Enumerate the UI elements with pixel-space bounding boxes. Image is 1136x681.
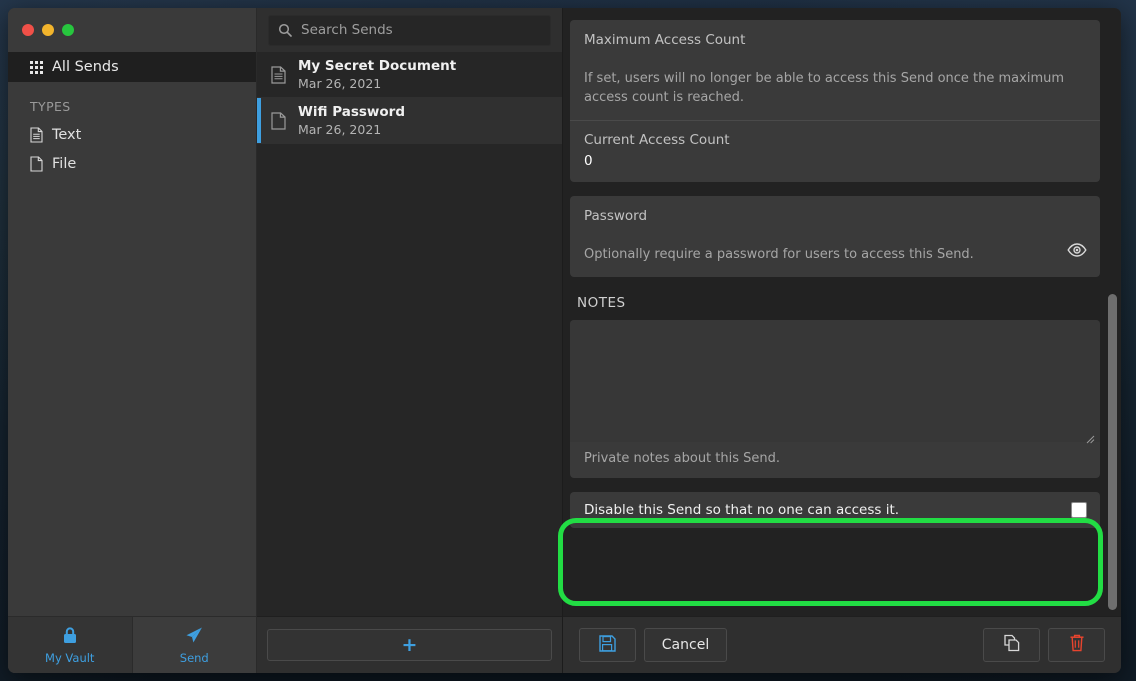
minimize-window-button[interactable]	[42, 24, 54, 36]
disable-send-label: Disable this Send so that no one can acc…	[584, 501, 900, 518]
sidebar-item-label: File	[52, 155, 77, 172]
current-access-count-label: Current Access Count	[584, 131, 730, 148]
blank-document-icon	[30, 155, 43, 172]
list-item-title: Wifi Password	[298, 104, 406, 120]
eye-icon[interactable]	[1067, 242, 1087, 261]
bitwarden-window: All Sends TYPES Text File My Vault Send …	[8, 8, 1121, 673]
list-footer: +	[257, 616, 562, 673]
save-button[interactable]	[579, 628, 636, 662]
list-item[interactable]: Wifi Password Mar 26, 2021	[257, 98, 562, 144]
maximum-access-count-label: Maximum Access Count	[584, 32, 746, 48]
sidebar: All Sends TYPES Text File My Vault Send	[8, 8, 257, 673]
text-document-icon	[271, 65, 286, 84]
add-send-button[interactable]: +	[267, 629, 552, 661]
disable-send-checkbox[interactable]	[1071, 501, 1087, 518]
maximum-access-count-card: Maximum Access Count If set, users will …	[570, 20, 1100, 182]
plus-icon: +	[401, 634, 418, 656]
list-item[interactable]: My Secret Document Mar 26, 2021	[257, 52, 562, 98]
paper-plane-icon	[184, 626, 204, 648]
cancel-button[interactable]: Cancel	[644, 628, 727, 662]
resize-handle-icon[interactable]	[1086, 429, 1095, 443]
password-card: Password Optionally require a password f…	[570, 195, 1100, 277]
grid-icon	[30, 60, 43, 74]
copy-link-button[interactable]	[983, 628, 1040, 662]
password-label: Password	[584, 207, 648, 224]
text-document-icon	[30, 126, 43, 143]
detail-toolbar: Cancel	[563, 616, 1121, 673]
detail-scrollbar[interactable]	[1108, 20, 1117, 612]
cancel-label: Cancel	[661, 637, 710, 653]
search-input[interactable]: Search Sends	[268, 14, 551, 46]
sends-list-column: Search Sends My Secret Document Mar 26,	[257, 8, 563, 673]
list-item-date: Mar 26, 2021	[298, 76, 382, 91]
sends-list: My Secret Document Mar 26, 2021 Wifi Pas…	[257, 52, 562, 616]
current-access-count-value: 0	[584, 152, 593, 169]
list-item-date: Mar 26, 2021	[298, 122, 382, 137]
detail-scroll-area: Maximum Access Count If set, users will …	[563, 8, 1121, 616]
disable-send-row[interactable]: Disable this Send so that no one can acc…	[570, 491, 1100, 528]
footer-tab-my-vault[interactable]: My Vault	[8, 617, 132, 673]
notes-textarea[interactable]	[570, 319, 1100, 443]
blank-document-icon	[271, 111, 286, 130]
password-hint: Optionally require a password for users …	[584, 246, 974, 262]
notes-hint: Private notes about this Send.	[584, 450, 781, 466]
search-bar-container: Search Sends	[257, 8, 562, 52]
footer-tab-send[interactable]: Send	[131, 617, 256, 673]
footer-tab-label: Send	[179, 650, 209, 665]
footer-tab-label: My Vault	[45, 650, 95, 665]
sidebar-item-label: Text	[52, 126, 82, 143]
notes-card: Private notes about this Send.	[570, 319, 1100, 478]
close-window-button[interactable]	[22, 24, 34, 36]
save-floppy-icon	[599, 634, 616, 656]
window-titlebar	[8, 8, 256, 52]
lock-icon	[61, 626, 79, 648]
maximum-access-count-hint: If set, users will no longer be able to …	[584, 71, 1065, 105]
search-placeholder-text: Search Sends	[301, 22, 393, 38]
delete-button[interactable]	[1048, 628, 1105, 662]
maximize-window-button[interactable]	[62, 24, 74, 36]
scrollbar-thumb[interactable]	[1108, 294, 1117, 610]
notes-section-title: NOTES	[577, 294, 626, 311]
search-icon	[278, 23, 292, 37]
send-detail-panel: Maximum Access Count If set, users will …	[563, 8, 1121, 673]
all-sends-label: All Sends	[52, 59, 119, 75]
list-item-title: My Secret Document	[298, 58, 457, 74]
sidebar-item-file[interactable]: File	[8, 149, 256, 178]
sidebar-item-all-sends[interactable]: All Sends	[8, 52, 256, 82]
trash-icon	[1069, 634, 1085, 656]
types-section-header: TYPES	[30, 99, 71, 114]
sidebar-footer-tabs: My Vault Send	[8, 616, 256, 673]
copy-icon	[1003, 634, 1021, 656]
sidebar-item-text[interactable]: Text	[8, 120, 256, 149]
